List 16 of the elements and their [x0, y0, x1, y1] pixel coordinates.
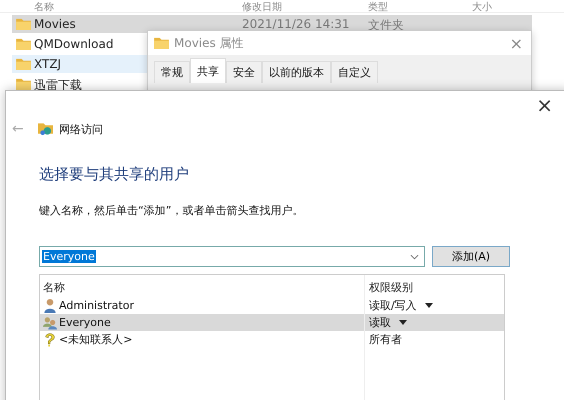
breadcrumb-label: 网络访问 — [59, 122, 103, 136]
file-name: Movies — [34, 17, 76, 31]
file-name: QMDownload — [34, 37, 114, 51]
permission-level: 所有者 — [369, 332, 402, 347]
window-title: Movies 属性 — [174, 34, 244, 52]
user-name: Administrator — [59, 299, 134, 312]
permission-level: 读取 — [369, 315, 391, 330]
user-name: <未知联系人> — [59, 332, 132, 347]
permission-level: 读取/写入 — [369, 298, 417, 313]
file-name: XTZJ — [34, 57, 62, 71]
file-date: 2021/11/26 14:31 — [242, 17, 350, 31]
user-name: Everyone — [59, 316, 111, 329]
file-type: 文件夹 — [368, 17, 404, 34]
file-name: 迅雷下载 — [34, 77, 82, 94]
dialog-heading: 选择要与其共享的用户 — [39, 165, 190, 184]
instruction-text: 键入名称，然后单击“添加”，或者单击箭头查找用户。 — [39, 203, 304, 218]
